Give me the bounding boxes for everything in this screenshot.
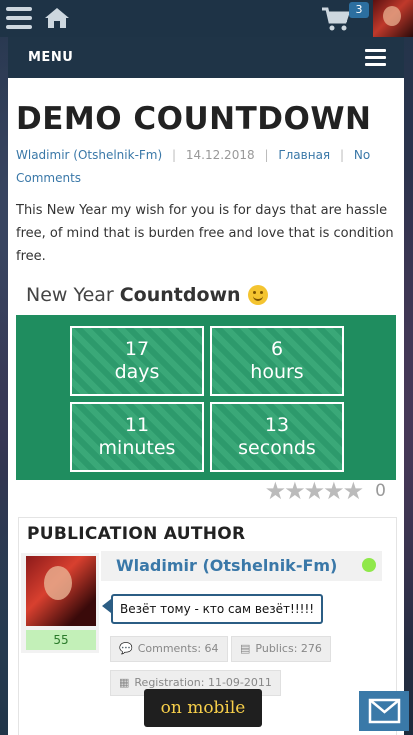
author-name-link[interactable]: Wladimir (Otshelnik-Fm) [116,556,337,575]
author-publics-text: Publics: 276 [255,642,322,655]
menu-bar[interactable]: MENU [8,37,404,78]
countdown-box: 17 days 6 hours 11 minutes 13 seconds [16,315,396,480]
countdown-title-prefix: New Year [26,284,114,306]
rating: ★★★★★ 0 [265,477,386,505]
author-registration-text: Registration: 11-09-2011 [134,676,272,689]
cart-icon[interactable] [321,6,351,32]
menu-toggle-icon[interactable] [365,49,386,66]
author-status: Везёт тому - кто сам везёт!!!!! [111,594,324,624]
document-icon: ▤ [240,642,251,655]
author-publics: ▤ Publics: 276 [231,636,331,662]
page-container: MENU DEMO COUNTDOWN Wladimir (Otshelnik-… [8,37,404,735]
author-avatar[interactable] [26,556,96,626]
countdown-days: 17 days [70,326,204,396]
star-icon[interactable]: ★ [265,477,286,505]
avatar[interactable] [373,0,413,37]
countdown-seconds-value: 13 [264,414,290,436]
rating-count: 0 [375,481,386,501]
comment-icon: 💬 [119,642,133,655]
calendar-icon: ▦ [119,676,130,689]
author-level: 55 [26,630,96,650]
mail-icon [368,698,401,724]
on-mobile-button[interactable]: on mobile [144,689,262,727]
top-bar: 3 [0,0,413,37]
countdown-hours-unit: hours [250,361,304,383]
countdown-hours-value: 6 [270,338,284,360]
author-box-heading: PUBLICATION AUTHOR [27,524,246,544]
cart-count-badge: 3 [349,2,369,18]
author-comments: 💬 Comments: 64 [110,636,228,662]
countdown-minutes-unit: minutes [98,437,176,459]
post-meta: Wladimir (Otshelnik-Fm) | 14.12.2018 | Г… [16,148,371,185]
countdown-minutes: 11 minutes [70,402,204,472]
online-status-icon [362,558,376,572]
status-bubble-tip [102,599,111,613]
author-comments-text: Comments: 64 [137,642,219,655]
menu-icon[interactable] [6,7,32,29]
countdown-days-unit: days [114,361,160,383]
countdown-minutes-value: 11 [124,414,150,436]
countdown-seconds: 13 seconds [210,402,344,472]
star-icon[interactable]: ★ [304,477,325,505]
countdown-days-value: 17 [124,338,150,360]
page-title: DEMO COUNTDOWN [16,101,372,137]
category-link[interactable]: Главная [278,148,330,162]
star-icon[interactable]: ★ [284,477,305,505]
author-photo-wrap: 55 [21,553,99,653]
rating-stars[interactable]: ★★★★★ [265,477,365,505]
smiley-icon [247,285,268,305]
author-name-bar: Wladimir (Otshelnik-Fm) [101,551,382,581]
countdown-title-bold: Countdown [119,284,241,306]
star-icon[interactable]: ★ [323,477,344,505]
countdown-seconds-unit: seconds [238,437,316,459]
post-date: 14.12.2018 [185,148,255,162]
star-icon[interactable]: ★ [343,477,364,505]
mail-button[interactable] [359,691,409,731]
menu-label: MENU [28,50,74,65]
home-icon[interactable] [44,6,70,30]
countdown-title: New Year Countdown [26,282,396,308]
post-intro: This New Year my wish for you is for day… [16,203,394,264]
author-link[interactable]: Wladimir (Otshelnik-Fm) [16,148,162,162]
countdown-hours: 6 hours [210,326,344,396]
